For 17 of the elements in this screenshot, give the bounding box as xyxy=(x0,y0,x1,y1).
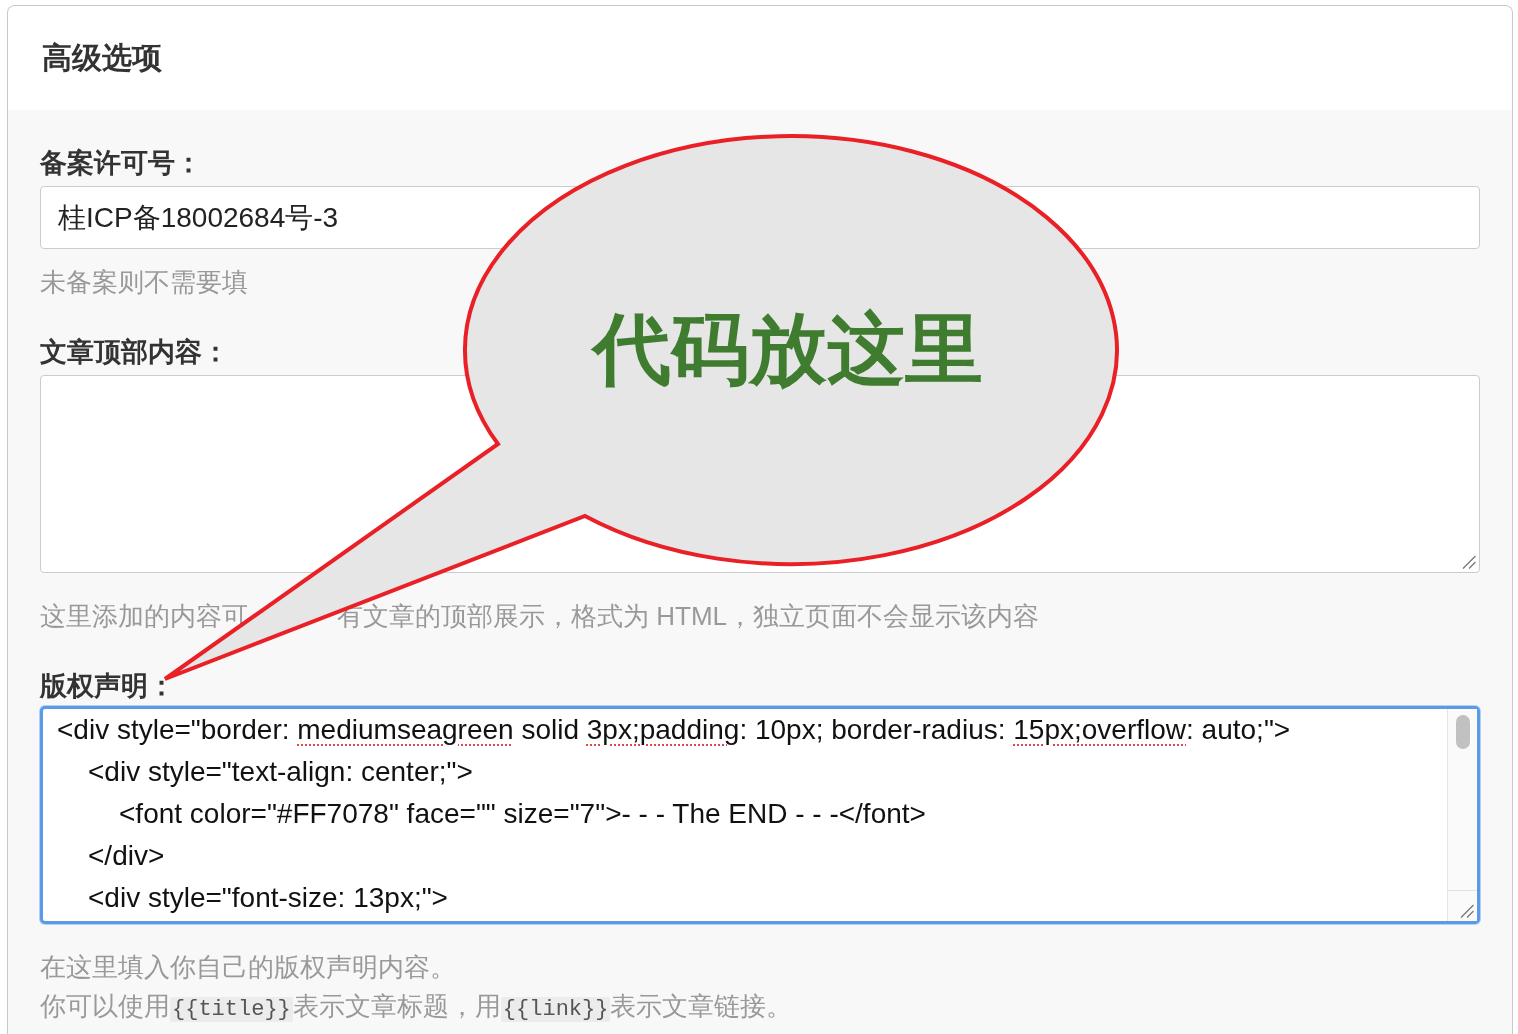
hint-text: 未备案则不需要填 xyxy=(40,266,248,299)
code-textarea[interactable] xyxy=(40,706,1480,924)
scrollbar[interactable] xyxy=(1447,709,1477,921)
resize-grip-icon[interactable] xyxy=(1462,555,1476,569)
code-line: <font color="#FF7078" face="" size="7">- - - The END - - -</font> xyxy=(119,797,926,831)
field-label: 文章顶部内容： xyxy=(40,336,229,369)
field-label: 版权声明： xyxy=(40,670,175,703)
panel-title: 高级选项 xyxy=(42,40,162,76)
code-line: <div style="border: mediumseagreen solid 3px;padding: 10px; border-radius: 15px;overflow: auto;"> xyxy=(57,713,1291,747)
field-label: 备案许可号： xyxy=(40,147,202,180)
code-line: <div style="text-align: center;"> xyxy=(88,755,473,789)
resize-grip-icon[interactable] xyxy=(1460,904,1474,918)
hint-text: 你可以使用{{title}}表示文章标题，用{{link}}表示文章链接。 xyxy=(40,990,793,1024)
scrollbar-thumb[interactable] xyxy=(1455,715,1470,749)
hint-text: 在这里填入你自己的版权声明内容。 xyxy=(40,951,456,984)
code-line: <div style="font-size: 13px;"> xyxy=(88,881,448,915)
code-line: </div> xyxy=(88,839,165,873)
